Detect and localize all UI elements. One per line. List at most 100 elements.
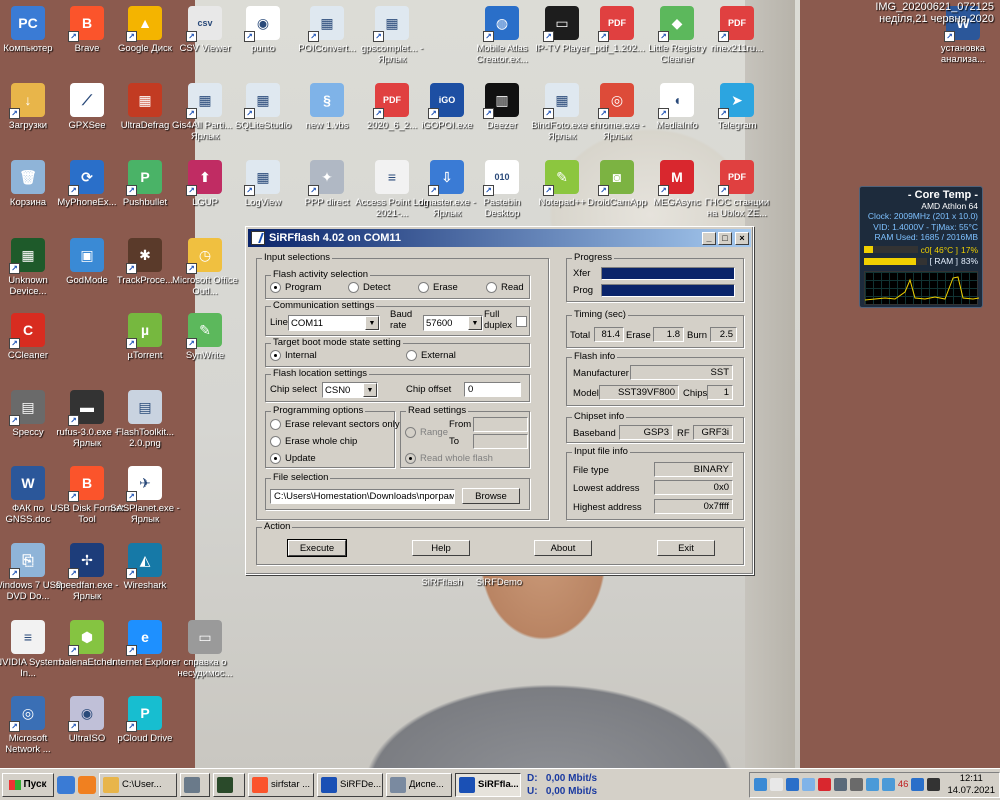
sirfflash-window[interactable]: SiRFflash 4.02 on COM11 _ □ × Input sele… (245, 226, 754, 575)
shortcut-arrow-icon: ↗ (244, 185, 255, 196)
chevron-down-icon[interactable]: ▼ (365, 316, 379, 330)
radio-erase-whole[interactable]: Erase whole chip (270, 436, 357, 447)
chip-select-select[interactable]: CSN0 ▼ (322, 382, 378, 398)
shortcut-arrow-icon: ↗ (68, 185, 79, 196)
upload-rate: 0,00 Mbit/s (545, 785, 598, 797)
desktop-icon[interactable]: ➤ ↗ Telegram (700, 83, 774, 131)
chips-label: Chips (683, 388, 708, 399)
desktop-icon[interactable]: § new 1.vbs (290, 83, 364, 131)
tray-network-icon[interactable] (753, 778, 767, 791)
taskbar-task[interactable] (213, 772, 245, 797)
tray-mega-icon[interactable] (817, 778, 831, 791)
tray-upload-icon[interactable] (881, 778, 895, 791)
desktop-icon-label: Microsoft Office Outl... (172, 275, 238, 297)
start-button[interactable]: Пуск (2, 772, 54, 797)
file-path-input[interactable]: C:\Users\Homestation\Downloads\программы… (270, 489, 455, 504)
show-desktop-icon[interactable] (57, 775, 75, 794)
taskbar-task[interactable]: SiRFfla... (455, 772, 521, 797)
csv-viewer-icon: csv ↗ (186, 6, 222, 42)
about-button[interactable]: About (534, 540, 592, 556)
chevron-down-icon[interactable]: ▼ (363, 383, 377, 397)
coretemp-clock: Clock: 2009MHz (201 x 10.0) (867, 211, 978, 221)
desktop-icon[interactable]: ◷ ↗ Microsoft Office Outl... (168, 238, 242, 297)
tray-app-icon[interactable] (911, 778, 925, 791)
radio-erase-relevant[interactable]: Erase relevant sectors only (270, 419, 400, 430)
tray-volume-icon[interactable] (769, 778, 783, 791)
taskbar-task[interactable]: C:\User... (99, 772, 177, 797)
pushbullet-icon: P ↗ (126, 160, 162, 196)
brave-icon (252, 776, 268, 793)
radio-indicator (406, 350, 417, 361)
lowest-address-label: Lowest address (573, 483, 640, 494)
chip-offset-input[interactable]: 0 (464, 382, 521, 397)
chips-value: 1 (707, 385, 733, 400)
desktop-icon[interactable]: ▦ ↗ gpscomplet... - Ярлык (355, 6, 429, 65)
tray-printer-icon[interactable] (849, 778, 863, 791)
total-label: Total (570, 330, 591, 341)
radio-erase[interactable]: Erase (418, 282, 458, 293)
desktop-icon[interactable]: C ↗ CCleaner (0, 313, 65, 361)
maximize-button[interactable]: □ (718, 231, 732, 245)
media-player-icon[interactable] (78, 775, 96, 794)
read-settings-group: Read settings Range From To Read whole f… (400, 405, 530, 468)
radio-external[interactable]: External (406, 350, 456, 361)
full-duplex-checkbox[interactable] (516, 316, 527, 327)
shortcut-arrow-icon: ↗ (308, 185, 319, 196)
gpxsee-icon: ⟋ (70, 83, 104, 117)
tray-update-icon[interactable] (833, 778, 847, 791)
radio-internal[interactable]: Internal (270, 350, 317, 361)
shortcut-arrow-icon: ↗ (483, 185, 494, 196)
desktop-icon[interactable]: ▭ справка о несудимос... (168, 620, 242, 679)
chevron-down-icon[interactable]: ▼ (468, 316, 482, 330)
desktop-icon-label: pCloud Drive (117, 733, 173, 744)
radio-detect[interactable]: Detect (348, 282, 390, 293)
desktop-icon[interactable]: PDF ↗ ГНОС станции на Ublox ZE... (700, 160, 774, 219)
dmaster-icon: ⇩ ↗ (428, 160, 464, 196)
tray-wifi-icon[interactable] (801, 778, 815, 791)
windows-flag-icon (9, 779, 22, 790)
desktop-icon[interactable]: ◭ ↗ Wireshark (108, 543, 182, 591)
radio-program[interactable]: Program (270, 282, 321, 293)
line-select[interactable]: COM11 ▼ (288, 315, 380, 331)
tray-antivirus-icon[interactable] (785, 778, 799, 791)
to-input[interactable] (473, 434, 528, 449)
radio-label: Erase (433, 282, 458, 293)
close-button[interactable]: × (735, 231, 749, 245)
tray-cloud-icon[interactable] (865, 778, 879, 791)
help-button[interactable]: Help (412, 540, 470, 556)
desktop-icon[interactable]: ✈ ↗ SASPlanet.exe - Ярлык (108, 466, 182, 525)
radio-read-whole[interactable]: Read whole flash (405, 453, 493, 464)
desktop-icon[interactable]: ✦ ↗ PPP direct (290, 160, 364, 208)
desktop-icon[interactable]: ▦ ↗ SQLiteStudio (226, 83, 300, 131)
browse-button[interactable]: Browse (462, 488, 520, 504)
minimize-button[interactable]: _ (702, 231, 716, 245)
shortcut-arrow-icon: ↗ (68, 415, 79, 426)
window-titlebar[interactable]: SiRFflash 4.02 on COM11 _ □ × (248, 229, 751, 247)
erase-label: Erase (626, 330, 651, 341)
taskbar-task[interactable]: SiRFDe... (317, 772, 383, 797)
tray-clock[interactable]: 12:11 14.07.2021 (947, 773, 995, 797)
desktop-icon[interactable]: PDF ↗ rinex211ru... (700, 6, 774, 54)
tray-speaker-icon[interactable] (927, 778, 941, 791)
exit-button[interactable]: Exit (657, 540, 715, 556)
desktop-icon[interactable]: ▤ FlashToolkit... 2.0.png (108, 390, 182, 449)
taskbar-task[interactable]: sirfstar ... (248, 772, 314, 797)
pdf-icon: PDF ↗ (373, 83, 409, 119)
file-selection-group: File selection C:\Users\Homestation\Down… (265, 472, 530, 510)
from-input[interactable] (473, 417, 528, 432)
desktop-icon[interactable]: P ↗ pCloud Drive (108, 696, 182, 744)
coretemp-gadget[interactable]: - Core Temp - AMD Athlon 64 Clock: 2009M… (859, 186, 983, 308)
taskbar-task[interactable]: Диспе... (386, 772, 452, 797)
baud-rate-select[interactable]: 57600 ▼ (423, 315, 483, 331)
radio-read[interactable]: Read (486, 282, 524, 293)
desktop-icon[interactable]: ▦ ↗ POIConvert... (290, 6, 364, 54)
desktop-icon-label: SiRFDemo (475, 577, 523, 588)
desktop-icon[interactable]: ◉ ↗ punto (226, 6, 300, 54)
execute-button[interactable]: Execute (287, 539, 347, 557)
radio-range[interactable]: Range (405, 427, 448, 438)
downloads-folder-icon: ↓ ↗ (9, 83, 45, 119)
radio-update[interactable]: Update (270, 453, 316, 464)
desktop-icon[interactable]: ✎ ↗ SynWrite (168, 313, 242, 361)
desktop-icon[interactable]: ▦ ↗ LogView (226, 160, 300, 208)
taskbar-task[interactable] (180, 772, 210, 797)
